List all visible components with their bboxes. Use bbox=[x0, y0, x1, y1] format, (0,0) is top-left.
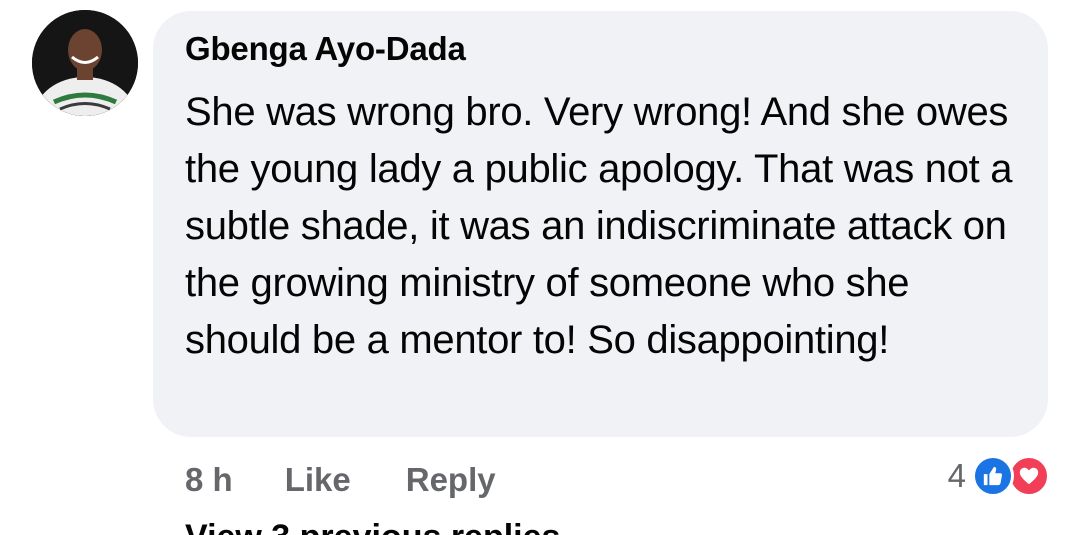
comment-actions: 8 h Like Reply bbox=[185, 456, 496, 504]
reaction-count: 4 bbox=[947, 457, 966, 494]
comment-thread: Gbenga Ayo-Dada She was wrong bro. Very … bbox=[0, 0, 1080, 535]
comment-author-name[interactable]: Gbenga Ayo-Dada bbox=[185, 30, 466, 68]
thumbs-up-icon bbox=[972, 455, 1014, 497]
avatar-image bbox=[32, 10, 138, 116]
like-button[interactable]: Like bbox=[285, 461, 351, 499]
avatar[interactable] bbox=[32, 10, 138, 116]
reply-button[interactable]: Reply bbox=[406, 461, 496, 499]
view-replies-link[interactable]: View 3 previous replies bbox=[185, 518, 560, 535]
comment-timestamp[interactable]: 8 h bbox=[185, 461, 233, 499]
heart-icon bbox=[1008, 455, 1050, 497]
reactions-summary[interactable]: 4 bbox=[948, 452, 1050, 500]
comment-text: She was wrong bro. Very wrong! And she o… bbox=[185, 90, 1013, 362]
